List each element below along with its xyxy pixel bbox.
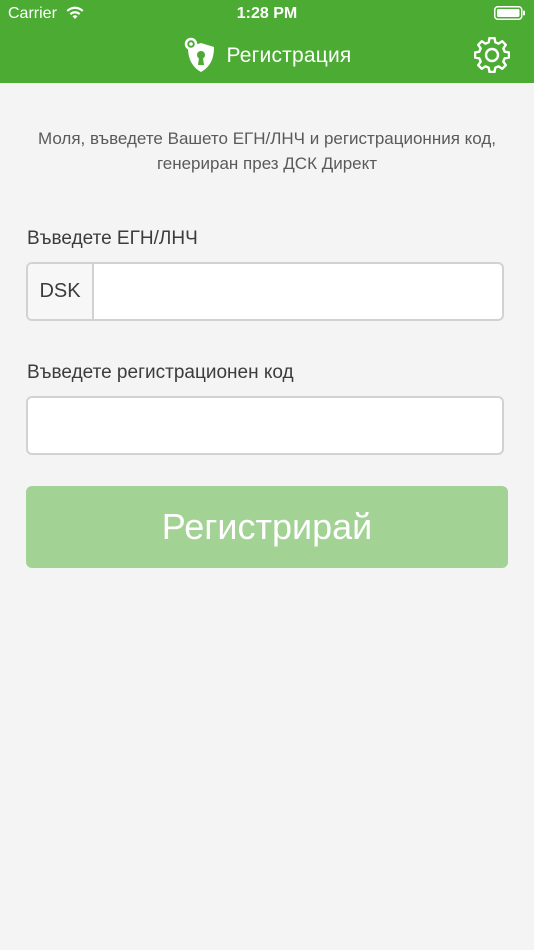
registration-code-input[interactable] (28, 398, 502, 453)
battery-icon (494, 6, 525, 20)
status-time: 1:28 PM (236, 5, 298, 22)
registration-code-field (26, 396, 504, 455)
instructions-text: Моля, въведете Вашето ЕГН/ЛНЧ и регистра… (38, 129, 496, 173)
app-header: Carrier 1:28 PM Регистрация (0, 0, 534, 83)
nav-bar: Регистрация (0, 28, 534, 83)
registration-code-label: Въведете регистрационен код (27, 362, 294, 383)
status-bar: Carrier 1:28 PM (0, 0, 534, 28)
egn-input[interactable] (94, 264, 502, 319)
egn-field: DSK (26, 262, 504, 321)
nav-title-group: Регистрация (0, 36, 534, 76)
page-title: Регистрация (226, 44, 352, 67)
register-button[interactable]: Регистрирай (26, 486, 508, 568)
gear-icon[interactable] (474, 37, 510, 73)
shield-lock-icon (184, 37, 214, 72)
egn-prefix: DSK (28, 264, 94, 319)
egn-label: Въведете ЕГН/ЛНЧ (27, 228, 198, 249)
